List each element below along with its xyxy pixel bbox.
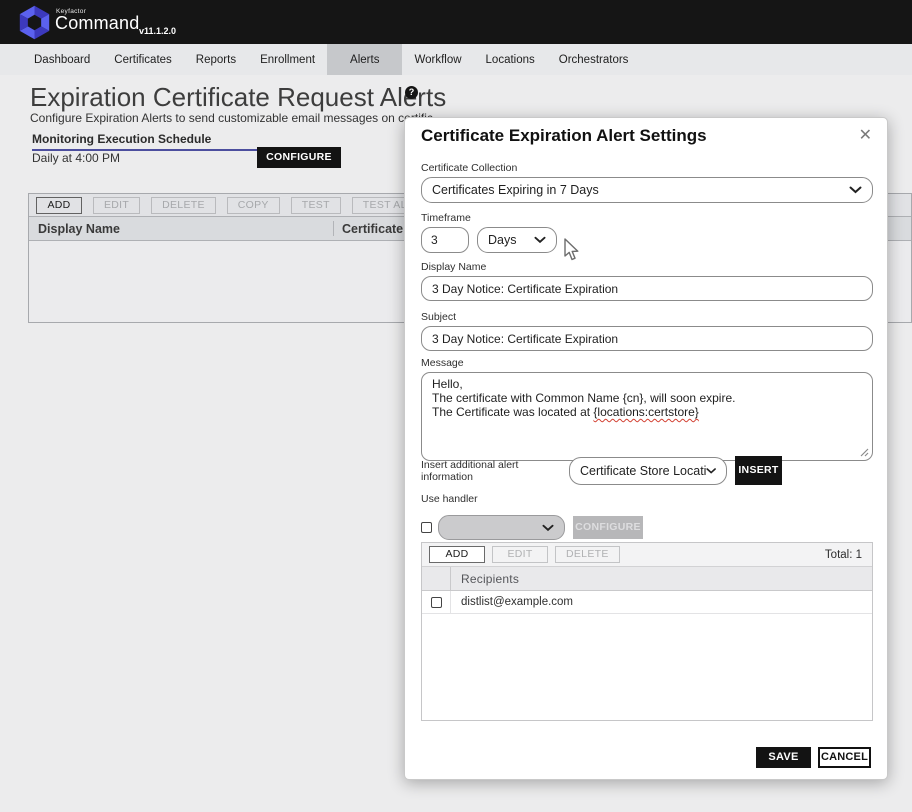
application-window: Keyfactor Command v11.1.2.0 Dashboard Ce…: [0, 0, 912, 812]
message-line-1: Hello,: [432, 377, 862, 391]
certificate-collection-label: Certificate Collection: [421, 162, 873, 174]
display-name-label: Display Name: [421, 261, 873, 273]
mouse-cursor-icon: [563, 238, 580, 262]
chevron-down-icon: [542, 524, 554, 532]
brand-command: Command: [55, 13, 139, 34]
timeframe-label: Timeframe: [421, 212, 557, 224]
recipients-total: Total: 1: [825, 549, 865, 561]
column-certificate[interactable]: Certificate: [334, 222, 403, 236]
insert-info-label: Insert additional alert information: [421, 459, 569, 483]
alerts-add-button[interactable]: ADD: [36, 197, 82, 214]
page-title: Expiration Certificate Request Alerts: [30, 82, 446, 113]
app-version: v11.1.2.0: [139, 26, 176, 36]
recipient-edit-button: EDIT: [492, 546, 548, 563]
recipient-add-button[interactable]: ADD: [429, 546, 485, 563]
top-app-bar: Keyfactor Command v11.1.2.0: [0, 0, 912, 44]
insert-info-select[interactable]: Certificate Store Locations: [569, 457, 727, 485]
monitoring-schedule-value: Daily at 4:00 PM: [32, 151, 120, 165]
display-name-input[interactable]: [421, 276, 873, 301]
handler-select: [438, 515, 565, 540]
spellcheck-token: {locations:certstore}: [593, 405, 698, 419]
nav-item-locations[interactable]: Locations: [474, 44, 547, 75]
main-nav: Dashboard Certificates Reports Enrollmen…: [0, 44, 912, 75]
nav-item-certificates[interactable]: Certificates: [102, 44, 184, 75]
keyfactor-logo-icon: [17, 5, 52, 40]
dialog-title: Certificate Expiration Alert Settings: [421, 126, 707, 146]
alerts-copy-button: COPY: [227, 197, 280, 214]
column-display-name[interactable]: Display Name: [29, 222, 333, 236]
timeframe-unit-value: Days: [488, 233, 534, 247]
nav-item-orchestrators[interactable]: Orchestrators: [547, 44, 641, 75]
certificate-collection-value: Certificates Expiring in 7 Days: [432, 183, 849, 197]
schedule-configure-button[interactable]: CONFIGURE: [257, 147, 341, 168]
recipients-checkbox-column: [422, 567, 451, 590]
message-textarea[interactable]: Hello, The certificate with Common Name …: [421, 372, 873, 461]
nav-item-reports[interactable]: Reports: [184, 44, 248, 75]
recipient-row-checkbox[interactable]: [431, 597, 442, 608]
message-label: Message: [421, 357, 873, 369]
subject-input[interactable]: [421, 326, 873, 351]
handler-configure-button: CONFIGURE: [573, 516, 643, 539]
alerts-test-button: TEST: [291, 197, 341, 214]
use-handler-checkbox[interactable]: [421, 522, 432, 533]
help-icon[interactable]: ?: [405, 86, 418, 99]
use-handler-label: Use handler: [421, 493, 873, 505]
recipients-header: Recipients: [422, 567, 872, 591]
subject-label: Subject: [421, 311, 873, 323]
nav-item-workflow[interactable]: Workflow: [402, 44, 473, 75]
recipients-toolbar: ADD EDIT DELETE Total: 1: [422, 543, 872, 567]
recipient-row[interactable]: distlist@example.com: [422, 591, 872, 614]
nav-item-alerts[interactable]: Alerts: [327, 44, 402, 75]
recipients-column-title: Recipients: [451, 572, 519, 586]
message-line-3: The Certificate was located at {location…: [432, 405, 862, 419]
save-button[interactable]: SAVE: [756, 747, 811, 768]
certificate-expiration-alert-settings-dialog: Certificate Expiration Alert Settings ✕ …: [404, 117, 888, 780]
insert-info-value: Certificate Store Locations: [580, 464, 706, 478]
cancel-button[interactable]: CANCEL: [818, 747, 871, 768]
chevron-down-icon: [849, 186, 862, 194]
certificate-collection-select[interactable]: Certificates Expiring in 7 Days: [421, 177, 873, 203]
alerts-delete-button: DELETE: [151, 197, 216, 214]
recipients-empty-area: [422, 614, 872, 720]
recipients-table: ADD EDIT DELETE Total: 1 Recipients dist…: [421, 542, 873, 721]
chevron-down-icon: [706, 467, 716, 475]
timeframe-unit-select[interactable]: Days: [477, 227, 557, 253]
recipient-email: distlist@example.com: [451, 596, 573, 608]
timeframe-value-input[interactable]: [421, 227, 469, 253]
message-line-2: The certificate with Common Name {cn}, w…: [432, 391, 862, 405]
chevron-down-icon: [534, 236, 546, 244]
nav-item-dashboard[interactable]: Dashboard: [22, 44, 102, 75]
alerts-edit-button: EDIT: [93, 197, 140, 214]
recipient-delete-button: DELETE: [555, 546, 620, 563]
nav-item-enrollment[interactable]: Enrollment: [248, 44, 327, 75]
page-subtitle: Configure Expiration Alerts to send cust…: [30, 111, 433, 125]
close-icon[interactable]: ✕: [855, 123, 876, 147]
insert-button[interactable]: INSERT: [735, 456, 782, 485]
